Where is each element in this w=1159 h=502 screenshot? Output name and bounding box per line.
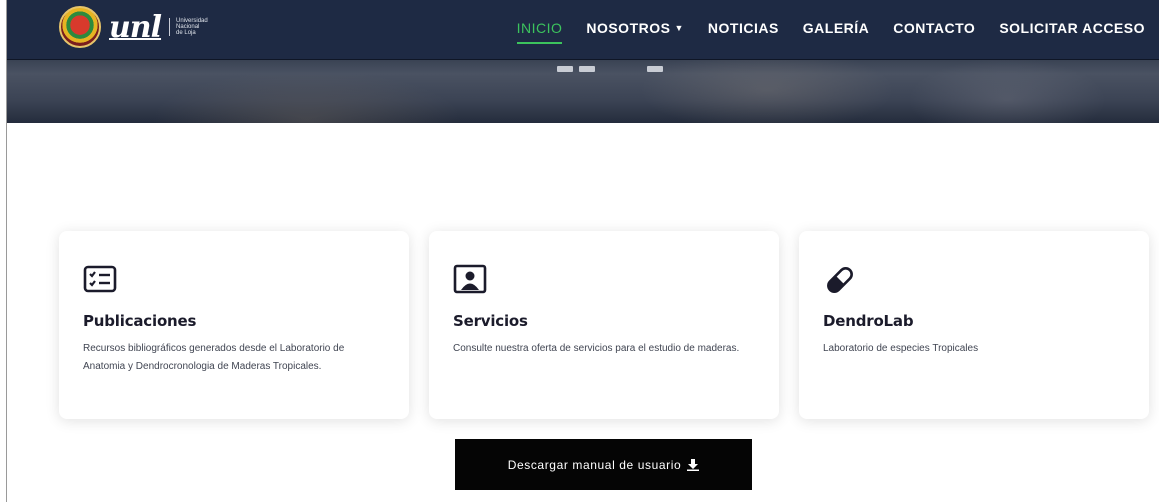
nav-item-label: SOLICITAR ACCESO — [999, 20, 1145, 36]
main-nav: INICIO NOSOTROS ▼ NOTICIAS GALERÍA CONTAC… — [493, 20, 1145, 44]
nav-item-label: NOTICIAS — [707, 20, 779, 36]
carousel-indicator[interactable] — [647, 66, 663, 72]
hero-banner: unl Universidad Nacional de Loja INICIO … — [7, 0, 1159, 123]
capsule-icon — [827, 267, 853, 293]
card-description: Consulte nuestra oferta de servicios par… — [453, 343, 740, 354]
nav-item-inicio[interactable]: INICIO — [516, 20, 563, 44]
logo-subtitle-line: de Loja — [176, 30, 196, 36]
carousel-indicator[interactable] — [557, 66, 573, 72]
download-manual-button[interactable]: Descargar manual de usuario — [455, 439, 752, 490]
card-servicios[interactable]: Servicios Consulte nuestra oferta de ser… — [429, 231, 779, 419]
card-title: Servicios — [453, 312, 528, 330]
nav-item-nosotros[interactable]: NOSOTROS ▼ — [586, 20, 684, 44]
checklist-icon — [83, 265, 117, 293]
card-dendrolab[interactable]: DendroLab Laboratorio de especies Tropic… — [799, 231, 1149, 419]
nav-item-galeria[interactable]: GALERÍA — [803, 20, 870, 44]
card-description: Laboratorio de especies Tropicales — [823, 343, 979, 354]
top-navbar: unl Universidad Nacional de Loja INICIO … — [7, 0, 1159, 60]
card-title: DendroLab — [823, 312, 914, 330]
download-manual-label: Descargar manual de usuario — [507, 457, 682, 472]
nav-item-contacto[interactable]: CONTACTO — [893, 20, 975, 44]
logo-wordmark: unl — [109, 9, 162, 45]
caret-down-icon: ▼ — [674, 23, 684, 33]
user-presentation-icon — [453, 264, 487, 294]
carousel-indicators — [557, 66, 663, 72]
card-title: Publicaciones — [83, 312, 197, 330]
download-icon — [687, 458, 700, 471]
logo-subtitle: Universidad Nacional de Loja — [169, 18, 229, 36]
nav-item-noticias[interactable]: NOTICIAS — [708, 20, 779, 44]
site-logo[interactable]: unl Universidad Nacional de Loja — [59, 6, 229, 48]
nav-item-label: GALERÍA — [802, 20, 870, 36]
card-publicaciones[interactable]: Publicaciones Recursos bibliográficos ge… — [59, 231, 409, 419]
carousel-indicator[interactable] — [579, 66, 595, 72]
card-description: Recursos bibliográficos generados desde … — [83, 343, 345, 372]
nav-item-solicitar-acceso[interactable]: SOLICITAR ACCESO — [999, 20, 1145, 44]
nav-item-label: INICIO — [516, 20, 563, 36]
nav-item-label: CONTACTO — [893, 20, 976, 36]
carousel-indicator-spacer — [601, 66, 641, 72]
university-seal-icon — [59, 6, 101, 48]
nav-item-label: NOSOTROS — [586, 20, 671, 36]
